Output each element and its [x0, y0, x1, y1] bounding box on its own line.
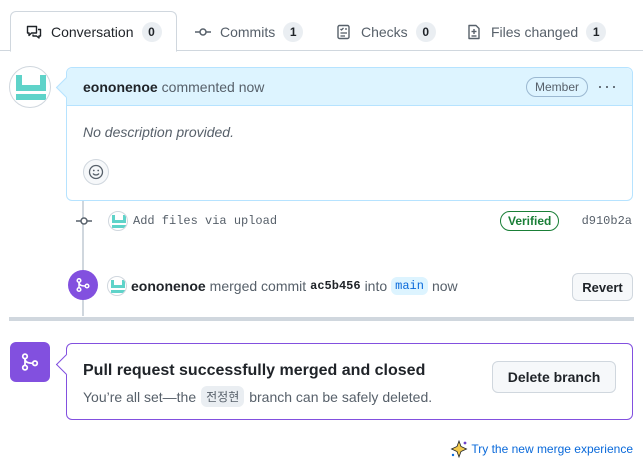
tab-label: Files changed — [491, 24, 579, 40]
merge-author[interactable]: eononenoe — [131, 278, 206, 294]
try-merge-experience-link[interactable]: Try the new merge experience — [450, 439, 633, 459]
tab-count: 1 — [586, 22, 607, 42]
tab-label: Checks — [361, 24, 408, 40]
merge-event-text: eononenoe merged commit ac5b456 into mai… — [107, 276, 458, 296]
comment-box: eononenoe commented now Member ··· No de… — [66, 67, 633, 201]
tab-commits[interactable]: Commits 1 — [194, 12, 304, 52]
merged-sub-before: You’re all set—the — [83, 388, 197, 405]
verified-badge[interactable]: Verified — [500, 211, 560, 231]
commit-message-link[interactable]: Add files via upload — [133, 214, 277, 228]
kebab-menu-icon[interactable]: ··· — [597, 76, 618, 97]
try-link-label: Try the new merge experience — [471, 442, 633, 456]
revert-button[interactable]: Revert — [572, 273, 633, 301]
delete-branch-button[interactable]: Delete branch — [492, 361, 616, 393]
conversation-icon — [25, 23, 43, 41]
tab-conversation[interactable]: Conversation 0 — [10, 11, 177, 52]
commit-row: Add files via upload Verified d910b2a — [72, 209, 633, 233]
merged-icon — [10, 342, 50, 382]
tab-files-changed[interactable]: Files changed 1 — [465, 12, 607, 52]
checks-icon — [335, 23, 353, 41]
add-reaction-button[interactable] — [83, 159, 109, 185]
merge-event: eononenoe merged commit ac5b456 into mai… — [68, 270, 633, 302]
merge-commit-sha-link[interactable]: ac5b456 — [310, 279, 360, 293]
tab-label: Commits — [220, 24, 276, 40]
comment-body: No description provided. — [83, 124, 234, 140]
commit-sha-link[interactable]: d910b2a — [582, 214, 632, 228]
merged-title: Pull request successfully merged and clo… — [83, 362, 426, 379]
smiley-icon — [88, 164, 104, 180]
merge-into-text: into — [364, 278, 388, 294]
merged-sub-after: branch can be safely deleted. — [249, 388, 433, 405]
head-branch-label[interactable]: 전정현 — [201, 386, 245, 407]
member-badge: Member — [525, 77, 588, 97]
comment-timestamp: commented now — [161, 78, 265, 95]
tab-checks[interactable]: Checks 0 — [335, 12, 436, 52]
merged-status-box: Pull request successfully merged and clo… — [66, 343, 633, 420]
avatar[interactable] — [9, 66, 51, 108]
avatar[interactable] — [108, 211, 128, 231]
commit-icon — [194, 23, 212, 41]
comment-author[interactable]: eononenoe — [83, 79, 158, 95]
pr-tabs: Conversation 0 Commits 1 Checks 0 Files … — [0, 0, 643, 52]
tab-count: 0 — [141, 21, 162, 42]
tab-count: 0 — [415, 22, 436, 42]
merge-action-text: merged commit — [209, 278, 307, 294]
comment-header: eononenoe commented now Member ··· — [67, 68, 632, 106]
sparkle-icon — [450, 440, 468, 458]
target-branch-link[interactable]: main — [391, 277, 428, 295]
tab-count: 1 — [283, 22, 304, 42]
merged-subtitle: You’re all set—the 전정현 branch can be saf… — [83, 386, 432, 407]
commit-icon — [74, 214, 92, 228]
merge-icon — [68, 270, 98, 300]
avatar[interactable] — [107, 276, 127, 296]
file-diff-icon — [465, 23, 483, 41]
merge-timestamp: now — [431, 278, 458, 294]
tab-label: Conversation — [51, 23, 134, 40]
timeline-divider — [9, 317, 634, 321]
